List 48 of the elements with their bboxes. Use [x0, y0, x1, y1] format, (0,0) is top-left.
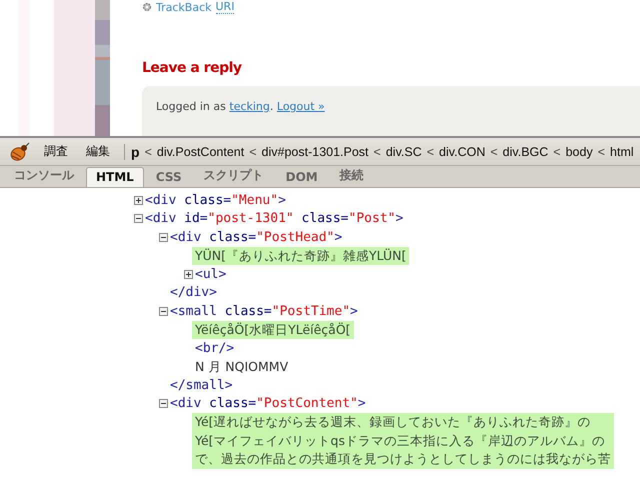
expand-toggle-icon[interactable]	[134, 196, 143, 205]
breadcrumb-separator: <	[249, 144, 257, 158]
text-node[interactable]: N 月 NQIOMMV	[192, 358, 292, 376]
element-tag[interactable]: <div class="Menu">	[145, 192, 286, 208]
breadcrumb-item[interactable]: div#post-1301.Post	[262, 144, 369, 158]
closing-tag: </div>	[170, 285, 217, 300]
breadcrumb-separator: <	[553, 144, 561, 158]
breadcrumb-separator: <	[144, 144, 152, 158]
collapse-toggle-icon[interactable]	[159, 232, 168, 242]
element-tag[interactable]: <div class="PostContent">	[170, 396, 366, 412]
logged-in-label: Logged in as	[156, 100, 227, 113]
breadcrumb-item[interactable]: p	[131, 144, 140, 160]
breadcrumb-separator: <	[426, 144, 434, 158]
element-tag[interactable]: <ul>	[195, 266, 226, 282]
period-text: .	[270, 100, 274, 113]
panel-tab[interactable]: HTML	[86, 167, 144, 187]
text-node[interactable]: YÜN[『ありふれた奇跡』雑感YLÜN[	[192, 246, 410, 265]
breadcrumb-item[interactable]: div.BGC	[502, 144, 548, 158]
element-tag[interactable]: <div id="post-1301" class="Post">	[145, 211, 404, 226]
breadcrumb-item[interactable]: div.PostContent	[156, 144, 244, 158]
collapse-toggle-icon[interactable]	[159, 399, 168, 408]
element-tag[interactable]: <br/>	[195, 340, 234, 356]
panel-tab[interactable]: CSS	[146, 167, 192, 187]
breadcrumb-separator: <	[374, 144, 381, 158]
element-tag[interactable]: <small class="PostTime">	[170, 304, 358, 319]
toolbar-button[interactable]: 編集	[82, 143, 114, 160]
panel-tab[interactable]: DOM	[276, 167, 328, 187]
panel-tab[interactable]: スクリプト	[194, 164, 274, 187]
breadcrumb-item[interactable]: html	[610, 144, 634, 158]
closing-tag: </small>	[170, 378, 233, 393]
element-tag[interactable]: <div class="PostHead">	[170, 230, 342, 245]
panel-tab[interactable]: コンソール	[4, 164, 84, 187]
breadcrumb-item[interactable]: div.SC	[386, 144, 422, 158]
expand-toggle-icon[interactable]	[184, 270, 193, 279]
bug-icon[interactable]	[8, 142, 30, 162]
reply-heading: Leave a reply	[142, 60, 243, 76]
text-node[interactable]: YëíêçåÖ[水曜日YLëíêçåÖ[	[192, 320, 354, 339]
breadcrumb-separator: <	[598, 144, 606, 158]
breadcrumb-separator: <	[490, 144, 498, 158]
breadcrumb-item[interactable]: body	[566, 144, 593, 158]
collapse-toggle-icon[interactable]	[159, 306, 168, 316]
toolbar-button[interactable]: 調査	[40, 143, 72, 160]
text-node[interactable]: Yé[遅ればせながら去る週末、録画しておいた『ありふれた奇跡』の Yé[マイフェイバリットqsドラマの三本指に入る『岸辺のアルバム』の で、過去の作品との共通項を見つけようとしてしまうのには我ながら苦	[192, 413, 614, 468]
breadcrumb-item[interactable]: div.CON	[439, 144, 486, 158]
collapse-toggle-icon[interactable]	[134, 214, 143, 224]
user-link[interactable]: tecking	[229, 100, 270, 113]
panel-tab[interactable]: 接続	[330, 164, 374, 187]
logout-link[interactable]: Logout »	[276, 100, 325, 113]
